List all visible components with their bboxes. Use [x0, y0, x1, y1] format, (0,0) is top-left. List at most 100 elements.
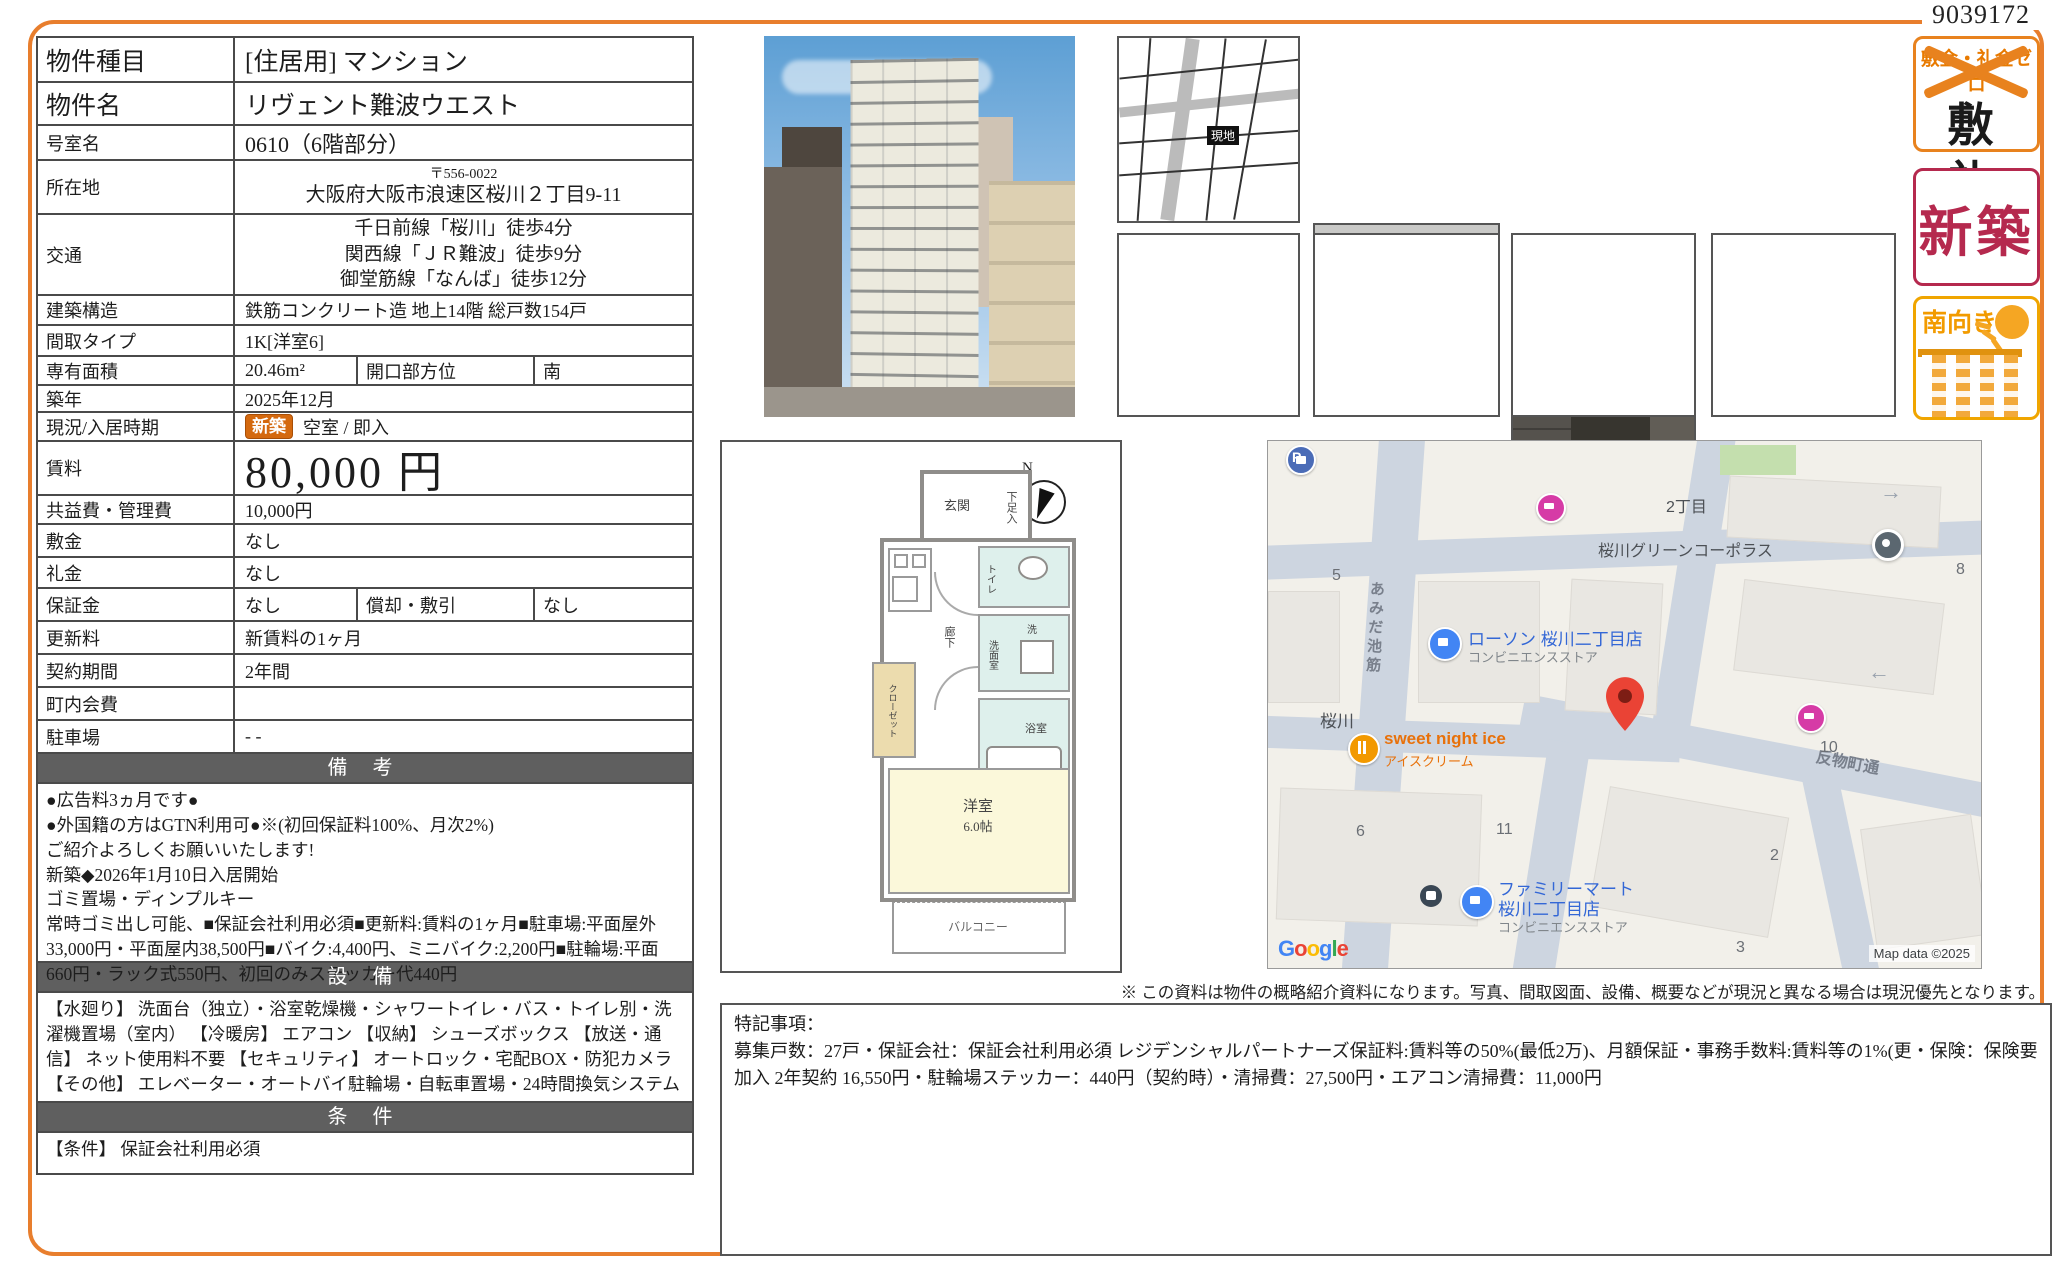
remarks-block: ●広告料3ヵ月です● ●外国籍の方はGTN利用可●※(初回保証料100%、月次2…: [36, 782, 694, 963]
poi-sublabel-lawson: コンビニエンスストア: [1468, 647, 1598, 666]
block-number: 5: [1332, 567, 1341, 585]
genkan-label: 玄関: [927, 484, 987, 524]
table-row: 保証金 なし 償却・敷引 なし: [36, 587, 694, 622]
row-label: 現況/入居時期: [38, 413, 235, 440]
sink-cabinet-icon: [1020, 640, 1054, 674]
south-facing-badge: 南向き: [1913, 296, 2040, 420]
neighbor-building: [764, 167, 842, 417]
table-row: 号室名 0610（6階部分）: [36, 124, 694, 161]
row-value-2: 南: [535, 357, 692, 384]
remarks-line: ●広告料3ヵ月です●: [46, 788, 684, 813]
road-right-upper: [1653, 440, 1737, 726]
row-label: 号室名: [38, 126, 235, 159]
row-value: 新賃料の1ヶ月: [235, 622, 692, 653]
property-spec-table: 物件種目 [住居用] マンション 物件名 リヴェント難波ウエスト 号室名 061…: [36, 36, 694, 1175]
closet-label: クローゼット: [882, 668, 904, 754]
google-map: P あみだ池筋 2丁目 → 桜川グリーンコーポラス 8 5 ローソン 桜川二丁目…: [1267, 440, 1982, 969]
parking-glyph: P: [1292, 449, 1301, 465]
table-row: 間取タイプ 1K[洋室6]: [36, 324, 694, 357]
table-row: 所在地 〒556-0022 大阪府大阪市浪速区桜川２丁目9-11: [36, 159, 694, 215]
building-exterior-photo: [764, 36, 1075, 417]
row-value: 0610（6階部分）: [235, 126, 692, 159]
conditions-text: 【条件】 保証会社利用必須: [46, 1137, 684, 1162]
row-value: なし: [235, 525, 692, 556]
row-value-2: なし: [535, 589, 692, 620]
sketch-line: [1137, 38, 1152, 221]
transit-line: 千日前線「桜川」徒歩4分: [354, 216, 573, 242]
one-way-arrow-icon: →: [1880, 479, 1902, 505]
main-tower: [851, 58, 979, 390]
lawson-icon: [1428, 627, 1462, 661]
new-construction-text: 新築: [1919, 188, 2035, 267]
row-label: 専有面積: [38, 357, 235, 384]
address: 大阪府大阪市浪速区桜川２丁目9-11: [306, 184, 622, 207]
remarks-line: ゴミ置場・ディンプルキー: [46, 887, 684, 912]
property-location-pin: [1606, 677, 1644, 731]
shoe-closet-label: 下足入: [998, 478, 1024, 536]
poi-label-sweet: sweet night ice: [1384, 729, 1506, 749]
area-label-sakuragawa: 桜川: [1320, 707, 1354, 732]
empty-photo-slot: [1711, 233, 1896, 417]
poi-label-green-corp: 桜川グリーンコーポラス: [1598, 537, 1773, 561]
row-value: [235, 688, 692, 719]
table-row: 建築構造 鉄筋コンクリート造 地上14階 総戸数154戸: [36, 294, 694, 326]
disclaimer-note: ※ この資料は物件の概略紹介資料になります。写真、間取図面、設備、概要などが現況…: [1100, 979, 2045, 1003]
hotel-pin-icon: [1536, 493, 1566, 523]
area-label-nichome: 2丁目: [1666, 493, 1707, 517]
remarks-line: ご紹介よろしくお願いいたします!: [46, 838, 684, 863]
balcony-label: バルコニー: [918, 916, 1038, 936]
compass-needle: [1029, 488, 1054, 522]
row-label: 駐車場: [38, 721, 235, 752]
table-row: 町内会費: [36, 686, 694, 721]
table-row: 物件名 リヴェント難波ウエスト: [36, 81, 694, 126]
bus-stop-icon: [1420, 885, 1442, 907]
row-label: 礼金: [38, 558, 235, 587]
map-copyright: Map data ©2025: [1869, 945, 1975, 962]
remarks-line: 新築◆2026年1月10日入居開始: [46, 863, 684, 888]
row-value: 10,000円: [235, 496, 692, 523]
toilet-bowl-icon: [1018, 556, 1048, 580]
row-value: 2年間: [235, 655, 692, 686]
floor-plan: N 玄関 下足入 トイレ 洗面室 洗 浴室 クローゼット 廊下 洋室 6.0帖 …: [720, 440, 1122, 973]
row-value: [住居用] マンション: [235, 38, 692, 81]
empty-photo-slot: [1511, 233, 1696, 417]
table-row: 賃料 80,000 円: [36, 440, 694, 496]
western-room-label: 洋室: [938, 794, 1018, 816]
transit-line: 関西線「ＪＲ難波」徒歩9分: [345, 242, 583, 268]
empty-photo-slot: [1117, 233, 1300, 417]
row-label: 共益費・管理費: [38, 496, 235, 523]
stove-icon: [894, 554, 908, 568]
block-number: 6: [1356, 823, 1365, 841]
google-letter: e: [1337, 936, 1348, 962]
zero-deposit-badge: 敷金・礼金ゼロ 敷 礼: [1913, 36, 2040, 152]
row-label: 築年: [38, 386, 235, 411]
row-value: リヴェント難波ウエスト: [235, 83, 692, 124]
postal-code: 〒556-0022: [430, 167, 498, 183]
transit-line: 御堂筋線「なんば」徒歩12分: [340, 267, 587, 293]
empty-photo-slot: [1313, 233, 1500, 417]
row-label: 所在地: [38, 161, 235, 213]
one-way-arrow-icon: ←: [1868, 659, 1890, 685]
block-number: 2: [1770, 847, 1779, 865]
map-building: [1276, 788, 1482, 927]
building-pin-icon: [1872, 529, 1904, 561]
table-row: 敷金 なし: [36, 523, 694, 558]
row-label: 間取タイプ: [38, 326, 235, 355]
table-row: 共益費・管理費 10,000円: [36, 494, 694, 525]
sink-icon: [892, 576, 918, 602]
site-location-tag: 現地: [1207, 126, 1239, 145]
row-label: 町内会費: [38, 688, 235, 719]
hallway-label: 廊下: [938, 612, 960, 662]
row-label: 物件種目: [38, 38, 235, 81]
poi-sublabel-familymart: コンビニエンスストア: [1498, 917, 1628, 936]
row-label: 敷金: [38, 525, 235, 556]
map-building: [1589, 786, 1789, 938]
remarks-line: ●外国籍の方はGTN利用可●※(初回保証料100%、月次2%): [46, 813, 684, 838]
sun-icon: [1995, 305, 2029, 339]
street: [764, 387, 1075, 417]
table-row: 築年 2025年12月: [36, 384, 694, 413]
row-label-2: 開口部方位: [358, 357, 535, 384]
row-label: 賃料: [38, 442, 235, 494]
poi-sublabel-sweet: アイスクリーム: [1384, 751, 1474, 770]
row-label-2: 償却・敷引: [358, 589, 535, 620]
